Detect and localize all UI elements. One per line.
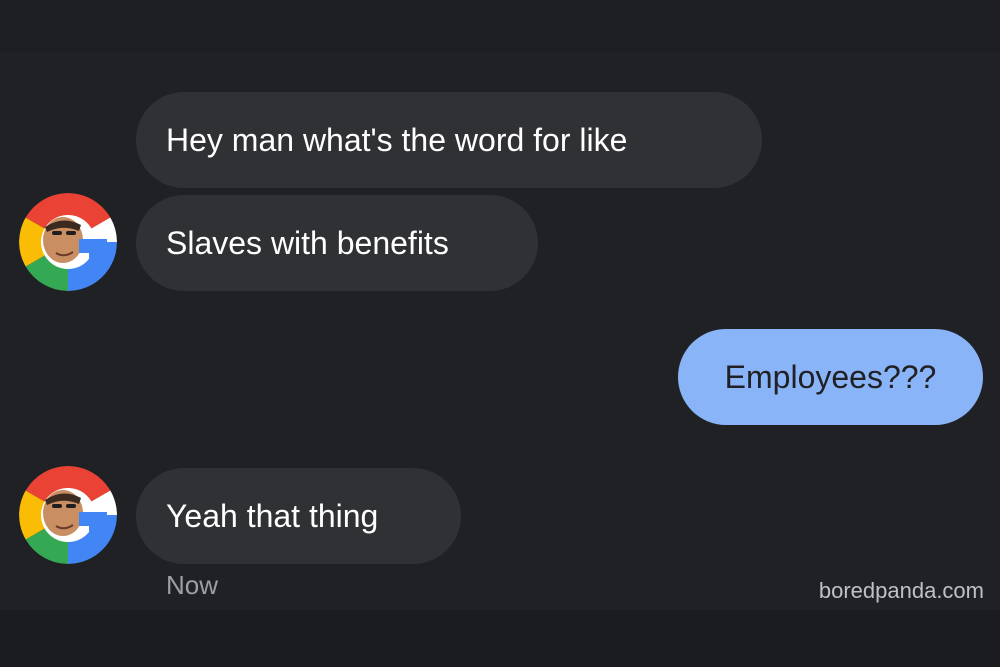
message-bubble-incoming[interactable]: Yeah that thing [136,468,461,564]
message-text: Slaves with benefits [166,224,449,261]
message-text: Yeah that thing [166,497,379,534]
contact-avatar[interactable] [19,466,117,564]
message-bubble-incoming[interactable]: Slaves with benefits [136,195,538,291]
google-logo-face-avatar-icon [19,466,117,564]
message-bubble-incoming[interactable]: Hey man what's the word for like [136,92,762,188]
google-logo-face-avatar-icon [19,193,117,291]
watermark: boredpanda.com [818,578,984,603]
contact-avatar[interactable] [19,193,117,291]
message-text: Employees??? [724,358,937,395]
top-bar [0,0,1000,52]
message-text: Hey man what's the word for like [166,121,628,158]
message-timestamp: Now [166,570,219,600]
message-bubble-outgoing[interactable]: Employees??? [678,329,983,425]
bottom-area [0,610,1000,667]
